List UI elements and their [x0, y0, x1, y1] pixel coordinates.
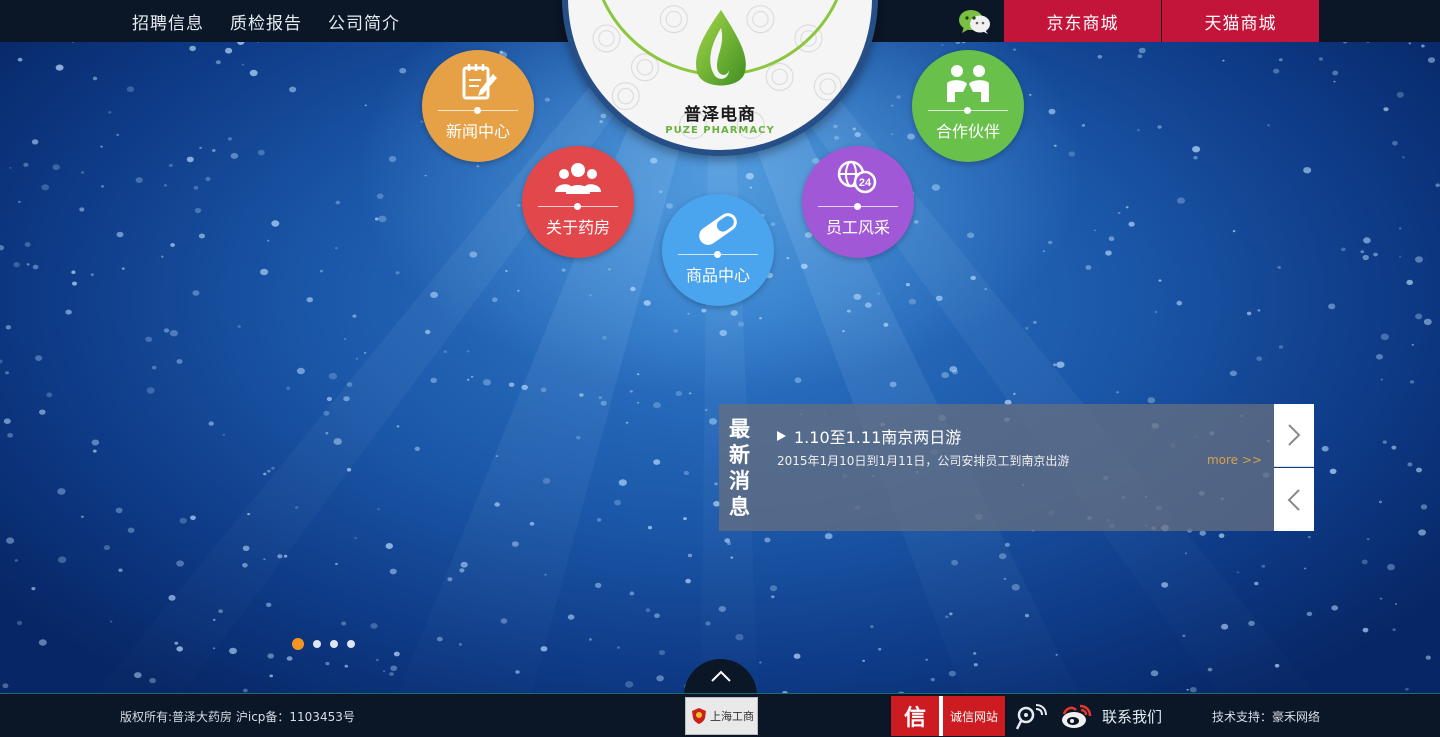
- nav-circle-label: 商品中心: [685, 266, 750, 285]
- sina-weibo-icon[interactable]: [1060, 702, 1092, 730]
- nav-circle-staff[interactable]: 24 员工风采: [802, 146, 914, 258]
- nav-quality-report[interactable]: 质检报告: [230, 9, 302, 34]
- news-panel-title: 最新消息: [729, 417, 750, 519]
- footer: 版权所有:普泽大药房 沪icp备：1103453号 上海工商 信 诚信网站 联系…: [0, 693, 1440, 737]
- slider-dot[interactable]: [330, 640, 338, 648]
- nav-circle-label: 合作伙伴: [935, 122, 1000, 141]
- logo-name: 普泽电商: [684, 105, 756, 125]
- news-prev-button[interactable]: [1274, 468, 1314, 531]
- slider-dot[interactable]: [313, 640, 321, 648]
- slider-dots: [292, 638, 355, 650]
- slider-dot[interactable]: [347, 640, 355, 648]
- play-triangle-icon: [777, 431, 786, 441]
- jd-mall-link[interactable]: 京东商城: [1004, 0, 1161, 42]
- tencent-weibo-icon[interactable]: [1014, 701, 1050, 731]
- handshake-icon: [947, 65, 989, 102]
- news-headline: 1.10至1.11南京两日游: [794, 428, 962, 447]
- news-headline-link[interactable]: 1.10至1.11南京两日游: [777, 424, 961, 448]
- nav-circle-products[interactable]: 商品中心: [662, 194, 774, 306]
- 24h-globe-icon: 24: [837, 160, 877, 194]
- shanghai-commerce-badge[interactable]: 上海工商: [685, 697, 758, 735]
- nav-circle-label: 员工风采: [825, 218, 890, 237]
- nav-circle-about[interactable]: 关于药房: [522, 146, 634, 258]
- tech-support-text: 技术支持：豪禾网络: [1211, 709, 1320, 724]
- police-shield-icon: [692, 708, 706, 724]
- top-nav: 招聘信息 质检报告 公司简介: [132, 0, 400, 42]
- nav-circle-news[interactable]: 新闻中心: [422, 50, 534, 162]
- more-link[interactable]: more >>: [1207, 453, 1262, 467]
- tmall-link[interactable]: 天猫商城: [1162, 0, 1319, 42]
- nav-circle-partners[interactable]: 合作伙伴: [912, 50, 1024, 162]
- nav-circle-label: 新闻中心: [445, 122, 510, 141]
- slider-dot[interactable]: [292, 638, 304, 650]
- news-next-button[interactable]: [1274, 404, 1314, 467]
- contact-us-link[interactable]: 联系我们: [1102, 706, 1162, 727]
- latest-news-panel: 最新消息 1.10至1.11南京两日游 2015年1月10日到1月11日，公司安…: [719, 404, 1274, 531]
- chevron-right-icon: [1288, 424, 1301, 446]
- logo[interactable]: 普泽电商 PUZE PHARMACY: [562, 0, 878, 156]
- leaf-drop-icon: [696, 10, 746, 86]
- copyright-text: 版权所有:普泽大药房 沪icp备：1103453号: [120, 709, 355, 724]
- shanghai-badge-label: 上海工商: [710, 710, 754, 723]
- svg-text:24: 24: [859, 177, 872, 189]
- nav-recruitment[interactable]: 招聘信息: [132, 9, 204, 34]
- divider-dot: [574, 203, 581, 210]
- wechat-icon[interactable]: [958, 9, 992, 35]
- divider-dot: [474, 107, 481, 114]
- divider-dot: [714, 251, 721, 258]
- logo-english: PUZE PHARMACY: [665, 125, 775, 136]
- divider-dot: [964, 107, 971, 114]
- credit-site-badge[interactable]: 信 诚信网站: [891, 696, 1005, 736]
- notepad-pen-icon: [462, 64, 497, 100]
- people-group-icon: [555, 163, 601, 194]
- nav-circle-label: 关于药房: [545, 218, 610, 237]
- credit-char: 信: [891, 696, 939, 736]
- capsule-icon: [699, 213, 737, 245]
- chevron-up-icon: [711, 670, 731, 682]
- credit-label: 诚信网站: [943, 696, 1005, 736]
- divider-dot: [854, 203, 861, 210]
- social-links: 联系我们: [1014, 694, 1162, 737]
- news-description: 2015年1月10日到1月11日，公司安排员工到南京出游: [777, 454, 1070, 468]
- chevron-left-icon: [1287, 488, 1300, 511]
- nav-company-profile[interactable]: 公司简介: [328, 9, 400, 34]
